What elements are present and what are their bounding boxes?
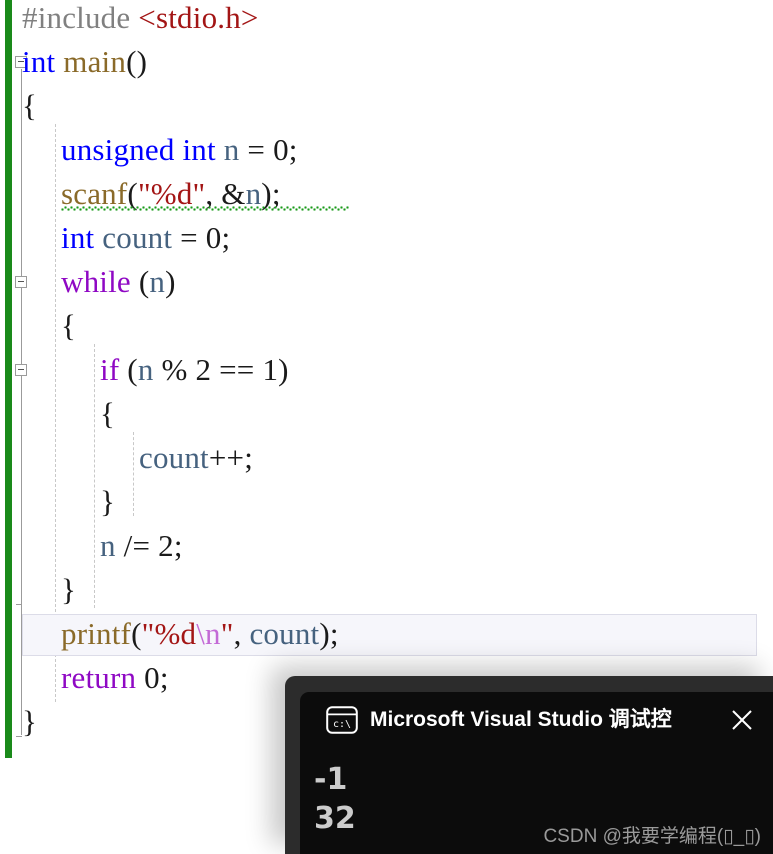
code-token: n xyxy=(223,132,240,167)
code-token: { xyxy=(100,396,116,431)
code-line: #include <stdio.h> xyxy=(22,0,259,40)
code-line: int count = 0; xyxy=(61,216,230,260)
console-cmd-icon: c:\ xyxy=(326,706,358,734)
code-token: , xyxy=(233,616,250,651)
console-output-line: 32 xyxy=(314,801,356,836)
code-token: ; xyxy=(288,132,298,167)
code-token: \n xyxy=(196,616,221,651)
console-window-title: Microsoft Visual Studio 调试控 xyxy=(370,708,672,731)
code-line: } xyxy=(100,480,115,524)
collapse-while-block[interactable] xyxy=(15,276,27,288)
svg-text:c:\: c:\ xyxy=(333,719,351,730)
code-token: count xyxy=(249,616,320,651)
code-line: return 0; xyxy=(61,656,169,700)
change-bar-indicator xyxy=(5,0,12,758)
code-line: printf("%d\n", count); xyxy=(61,612,339,656)
code-token: count xyxy=(139,440,209,475)
code-token: ++; xyxy=(208,440,254,475)
code-line: { xyxy=(61,304,76,348)
collapse-if-block[interactable] xyxy=(15,364,27,376)
code-token: ; xyxy=(221,220,231,255)
console-titlebar[interactable]: c:\ Microsoft Visual Studio 调试控 xyxy=(300,692,773,748)
code-token: ) xyxy=(165,264,176,299)
code-token: 1 xyxy=(262,352,279,387)
code-token: 0 xyxy=(144,660,160,695)
debug-console-window[interactable]: c:\ Microsoft Visual Studio 调试控 -1 32 CS… xyxy=(285,676,773,854)
indent-guide xyxy=(94,344,95,608)
debug-console-panel: c:\ Microsoft Visual Studio 调试控 -1 32 CS… xyxy=(300,692,773,854)
scanf-warning-squiggle xyxy=(61,206,349,211)
code-token: while xyxy=(61,264,131,299)
code-token: int xyxy=(22,44,56,79)
code-token: n xyxy=(100,528,116,563)
code-token: count xyxy=(102,220,173,255)
code-token: 0 xyxy=(273,132,289,167)
close-icon[interactable] xyxy=(725,703,759,737)
code-token: ( xyxy=(119,352,138,387)
code-line: { xyxy=(100,392,115,436)
fold-end-tick xyxy=(16,604,22,605)
code-token: int xyxy=(61,220,95,255)
code-token: <stdio.h> xyxy=(138,0,259,35)
code-line: int main() xyxy=(22,40,147,84)
code-token: ; xyxy=(159,660,169,695)
code-token: { xyxy=(22,88,38,123)
code-token: 0 xyxy=(205,220,222,255)
console-output-line: -1 xyxy=(314,762,348,797)
code-token: n xyxy=(149,264,166,299)
code-token: 2 xyxy=(158,528,174,563)
console-output-area[interactable]: -1 32 CSDN @我要学编程(▯_▯) xyxy=(300,748,773,854)
code-token: } xyxy=(22,704,38,739)
code-token: % xyxy=(153,352,196,387)
code-token: 2 xyxy=(195,352,212,387)
code-token: /= xyxy=(115,528,159,563)
code-token: unsigned int xyxy=(61,132,216,167)
code-line: unsigned int n = 0; xyxy=(61,128,298,172)
code-token: = xyxy=(239,132,274,167)
code-token: ) xyxy=(278,352,289,387)
code-token: n xyxy=(137,352,154,387)
code-token: main xyxy=(55,44,127,79)
indent-guide xyxy=(133,432,134,516)
code-token: { xyxy=(61,308,77,343)
code-line: { xyxy=(22,84,37,128)
code-token: ; xyxy=(173,528,183,563)
code-token: () xyxy=(126,44,148,79)
csdn-watermark: CSDN @我要学编程(▯_▯) xyxy=(543,826,761,847)
code-token: = xyxy=(172,220,206,255)
code-token: } xyxy=(100,484,116,519)
code-token: if xyxy=(100,352,120,387)
code-token: return xyxy=(61,660,137,695)
code-token: " xyxy=(220,616,234,651)
code-token: ); xyxy=(319,616,339,651)
code-line: count++; xyxy=(139,436,253,480)
code-line: } xyxy=(22,700,37,744)
code-token: == xyxy=(211,352,263,387)
code-line: n /= 2; xyxy=(100,524,183,568)
code-token: printf xyxy=(61,616,132,651)
code-token: "%d xyxy=(141,616,197,651)
code-token: #include xyxy=(22,0,139,35)
code-line: while (n) xyxy=(61,260,176,304)
code-token: ( xyxy=(131,616,142,651)
code-line: } xyxy=(61,568,76,612)
code-token: } xyxy=(61,572,77,607)
code-line: if (n % 2 == 1) xyxy=(100,348,289,392)
code-token: ( xyxy=(130,264,150,299)
